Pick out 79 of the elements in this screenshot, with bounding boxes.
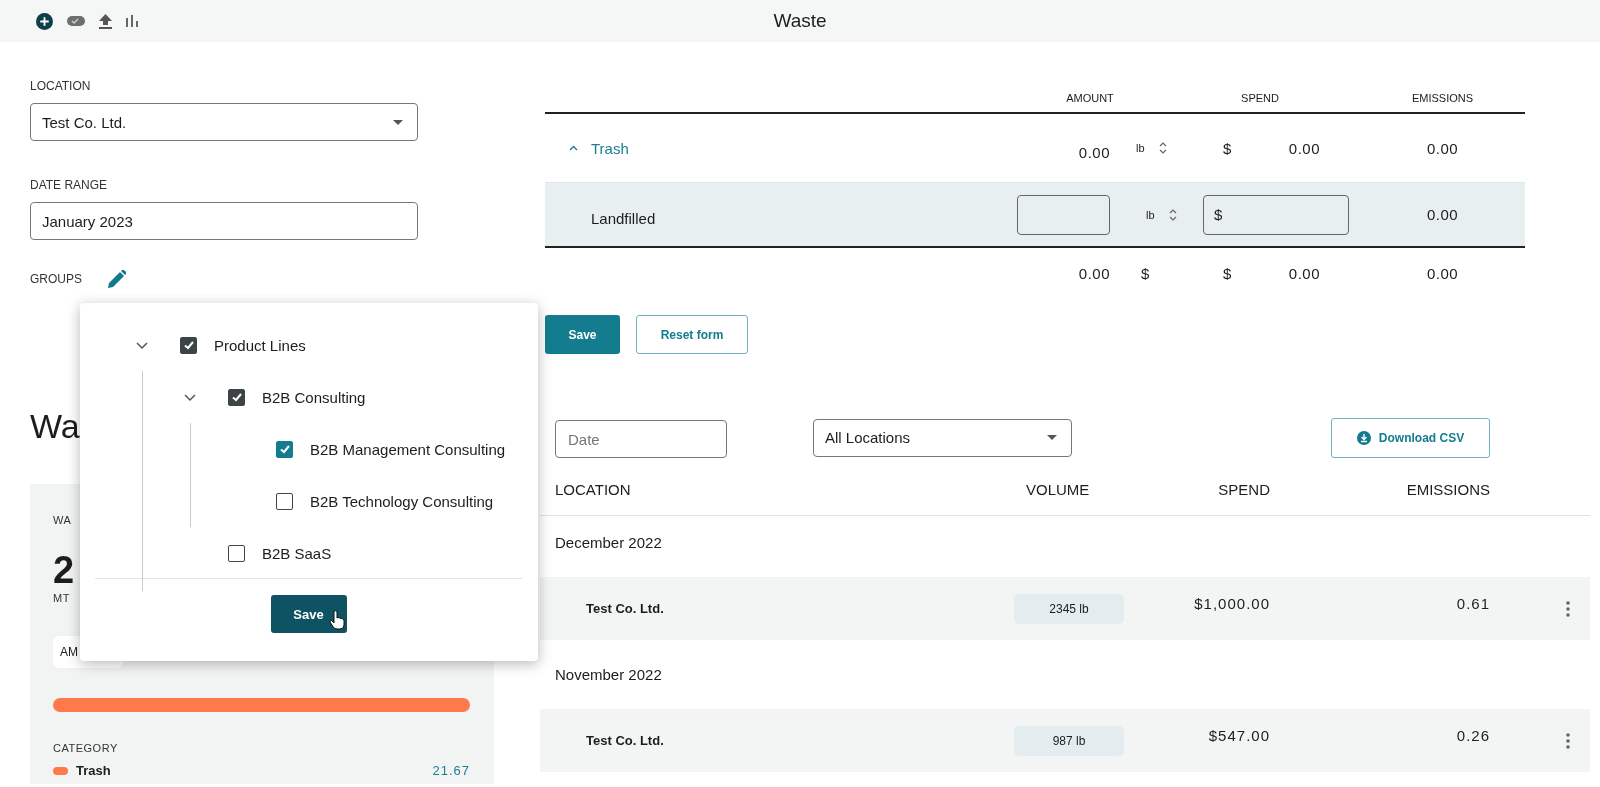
category-link[interactable]: Trash [591,139,629,157]
emissions-cell-text: 0.26 [1455,727,1490,746]
volume-pill: 2345 lb [1014,593,1124,624]
checkmark-icon [182,339,195,351]
tree-item-label[interactable]: B2B Consulting [262,388,366,406]
currency-symbol: $ [1223,264,1232,282]
checkbox[interactable] [180,336,197,354]
category-heading: CATEGORY [53,742,118,754]
more-icon[interactable] [1566,600,1570,617]
location-cell-text: Test Co. Ltd. [585,601,665,616]
total-amount: 0.00 [1077,264,1110,282]
checkbox[interactable] [276,492,293,510]
upload-icon[interactable] [99,13,112,29]
tree-item-label[interactable]: B2B Management Consulting [310,440,506,458]
date-range-field[interactable]: January 2023 [30,202,418,240]
total-value: 2 [53,550,75,590]
unit-label: lb [1146,208,1155,221]
section-heading: Wa [30,406,81,446]
emissions-value: 0.00 [1425,139,1460,157]
download-icon [1356,430,1371,445]
field-label: GROUPS [30,272,82,286]
column-header: EMISSIONS [1405,480,1490,498]
dropdown-arrow-icon [1047,435,1057,440]
spend-cell-text: $547.00 [1207,727,1270,746]
dropdown-arrow-icon [393,119,403,125]
location-select[interactable]: Test Co. Ltd. [30,103,418,141]
checkmark-icon [278,443,291,455]
emissions-cell-text: 0.61 [1455,595,1490,614]
checkbox[interactable] [228,388,245,406]
amount-value: 0.00 [1077,142,1110,161]
unit-label: $ [1140,264,1150,282]
date-field[interactable]: Date [555,420,727,458]
edit-icon[interactable] [108,270,126,288]
category-value: 21.67 [432,763,470,778]
stepper-icon[interactable] [1168,207,1177,222]
column-header: AMOUNT [1065,92,1115,104]
spend-field[interactable]: $ [1203,194,1349,235]
column-header: EMISSIONS [1410,92,1475,104]
tree-item-label[interactable]: B2B SaaS [262,544,332,562]
category-name: Trash [76,763,111,778]
location-cell-text: Test Co. Ltd. [585,733,665,748]
chevron-up-icon[interactable] [569,145,578,151]
spend-cell-text: $1,000.00 [1193,595,1270,614]
card-label: WA [53,514,72,526]
checkbox[interactable] [228,544,245,562]
unit-label: lb [1136,142,1145,154]
location-filter[interactable]: All Locations [813,418,1072,457]
tree-item-label[interactable]: Product Lines [214,336,306,354]
save-button[interactable]: Save [545,315,620,354]
more-icon[interactable] [1566,732,1570,749]
stepper-icon[interactable] [1158,141,1167,155]
save-button[interactable]: Save [270,595,347,633]
total-emissions: 0.00 [1425,264,1460,282]
emissions-value: 0.00 [1425,206,1460,223]
column-header: LOCATION [554,480,632,498]
column-header: VOLUME [1025,480,1091,498]
column-header: SPEND [1217,480,1270,498]
download-button[interactable]: Download CSV [1331,417,1490,458]
subcategory-label: Landfilled [590,209,657,227]
column-header: SPEND [1240,92,1280,104]
unit-label: MT [53,592,70,604]
total-spend: 0.00 [1288,264,1320,282]
add-icon[interactable] [36,12,53,30]
field-label: LOCATION [30,79,92,93]
reset-button[interactable]: Reset form [636,315,748,354]
spend-value: 0.00 [1288,139,1320,157]
checkbox[interactable] [276,440,293,458]
tree-item-label[interactable]: B2B Technology Consulting [310,492,494,510]
currency-symbol: $ [1223,139,1232,157]
volume-pill: 987 lb [1014,725,1124,756]
bar-chart-icon[interactable] [126,15,139,27]
month-heading: December 2022 [554,532,663,553]
toggle-icon[interactable] [67,16,85,26]
month-heading: November 2022 [554,664,663,685]
checkmark-icon [230,391,243,403]
hand-cursor-icon [328,610,345,630]
page-title: Waste [773,10,827,32]
field-label: DATE RANGE [30,178,109,192]
amount-field[interactable] [1017,194,1110,235]
